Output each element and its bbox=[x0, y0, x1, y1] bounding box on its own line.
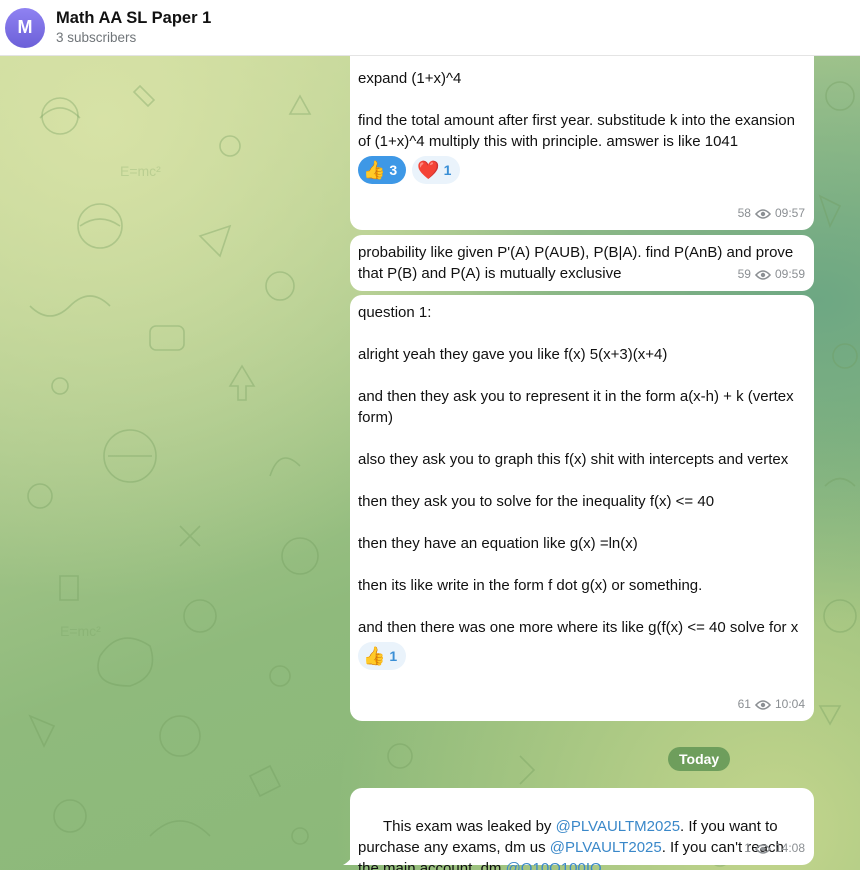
message-bubble[interactable]: expand (1+x)^4 find the total amount aft… bbox=[350, 56, 814, 230]
message-meta: 1 14:08 bbox=[744, 838, 805, 859]
message-text: then they have an equation like g(x) =ln… bbox=[358, 535, 638, 552]
message-text: and then they ask you to represent it in… bbox=[358, 388, 798, 426]
message-meta: 58 09:57 bbox=[738, 203, 805, 224]
bubble-tail bbox=[343, 851, 355, 865]
mention-link[interactable]: @O10O100IQ bbox=[506, 860, 602, 870]
eye-icon bbox=[754, 208, 771, 219]
message-text: alright yeah they gave you like f(x) 5(x… bbox=[358, 346, 668, 363]
view-count: 61 bbox=[737, 697, 751, 711]
date-separator: Today bbox=[668, 747, 731, 771]
message-time: 09:57 bbox=[774, 206, 805, 220]
message-bubble[interactable]: probability like given P'(A) P(AUB), P(B… bbox=[350, 235, 814, 291]
reaction-thumbs-up[interactable]: 👍 3 bbox=[358, 156, 407, 184]
mention-link[interactable]: @PLVAULT2025 bbox=[550, 839, 662, 856]
chat-header: M Math AA SL Paper 1 3 subscribers bbox=[0, 0, 860, 56]
message-time: 09:59 bbox=[774, 267, 805, 281]
eye-icon bbox=[754, 269, 771, 280]
mention-link[interactable]: @PLVAULTM2025 bbox=[556, 818, 680, 835]
message-text: then its like write in the form f dot g(… bbox=[358, 577, 703, 594]
message-text: then they ask you to solve for the inequ… bbox=[358, 493, 715, 510]
reaction-thumbs-up[interactable]: 👍 1 bbox=[358, 642, 407, 670]
reaction-heart[interactable]: ❤️ 1 bbox=[412, 156, 461, 184]
message-list[interactable]: E=mc² E=mc² expand (1+x)^4 find the tota… bbox=[0, 56, 860, 870]
message-text: and then there was one more where its li… bbox=[358, 619, 799, 636]
heart-icon: ❤️ bbox=[417, 160, 440, 180]
view-count: 59 bbox=[737, 267, 751, 281]
message-text: also they ask you to graph this f(x) shi… bbox=[358, 451, 789, 468]
channel-avatar[interactable]: M bbox=[5, 7, 45, 48]
message-meta: 61 10:04 bbox=[738, 694, 805, 715]
message-text: find the total amount after first year. … bbox=[358, 112, 800, 150]
text-segment: This exam was leaked by bbox=[383, 818, 556, 835]
message-bubble[interactable]: question 1: alright yeah they gave you l… bbox=[350, 295, 814, 721]
reactions-row: 👍 1 bbox=[358, 642, 804, 670]
message-text: question 1: bbox=[358, 304, 432, 321]
eye-icon bbox=[754, 699, 771, 710]
thumbs-up-icon: 👍 bbox=[363, 160, 386, 180]
channel-info[interactable]: Math AA SL Paper 1 3 subscribers bbox=[56, 8, 211, 47]
message-bubble[interactable]: This exam was leaked by @PLVAULTM2025. I… bbox=[343, 788, 814, 870]
reaction-count: 3 bbox=[389, 161, 398, 178]
reaction-count: 1 bbox=[443, 161, 452, 178]
reactions-row: 👍 3 ❤️ 1 bbox=[358, 156, 804, 184]
reaction-count: 1 bbox=[389, 647, 398, 664]
eye-icon bbox=[754, 843, 771, 854]
view-count: 1 bbox=[744, 841, 751, 855]
subscriber-count: 3 subscribers bbox=[56, 30, 137, 45]
channel-title: Math AA SL Paper 1 bbox=[56, 9, 212, 27]
view-count: 58 bbox=[737, 206, 751, 220]
message-meta: 59 09:59 bbox=[738, 264, 805, 285]
message-time: 10:04 bbox=[774, 697, 805, 711]
thumbs-up-icon: 👍 bbox=[363, 646, 386, 666]
message-text: expand (1+x)^4 bbox=[358, 70, 462, 87]
svg-text:E=mc²: E=mc² bbox=[120, 163, 161, 179]
message-time: 14:08 bbox=[774, 841, 805, 855]
svg-text:E=mc²: E=mc² bbox=[60, 623, 101, 639]
message-text: This exam was leaked by @PLVAULTM2025. I… bbox=[358, 795, 804, 870]
